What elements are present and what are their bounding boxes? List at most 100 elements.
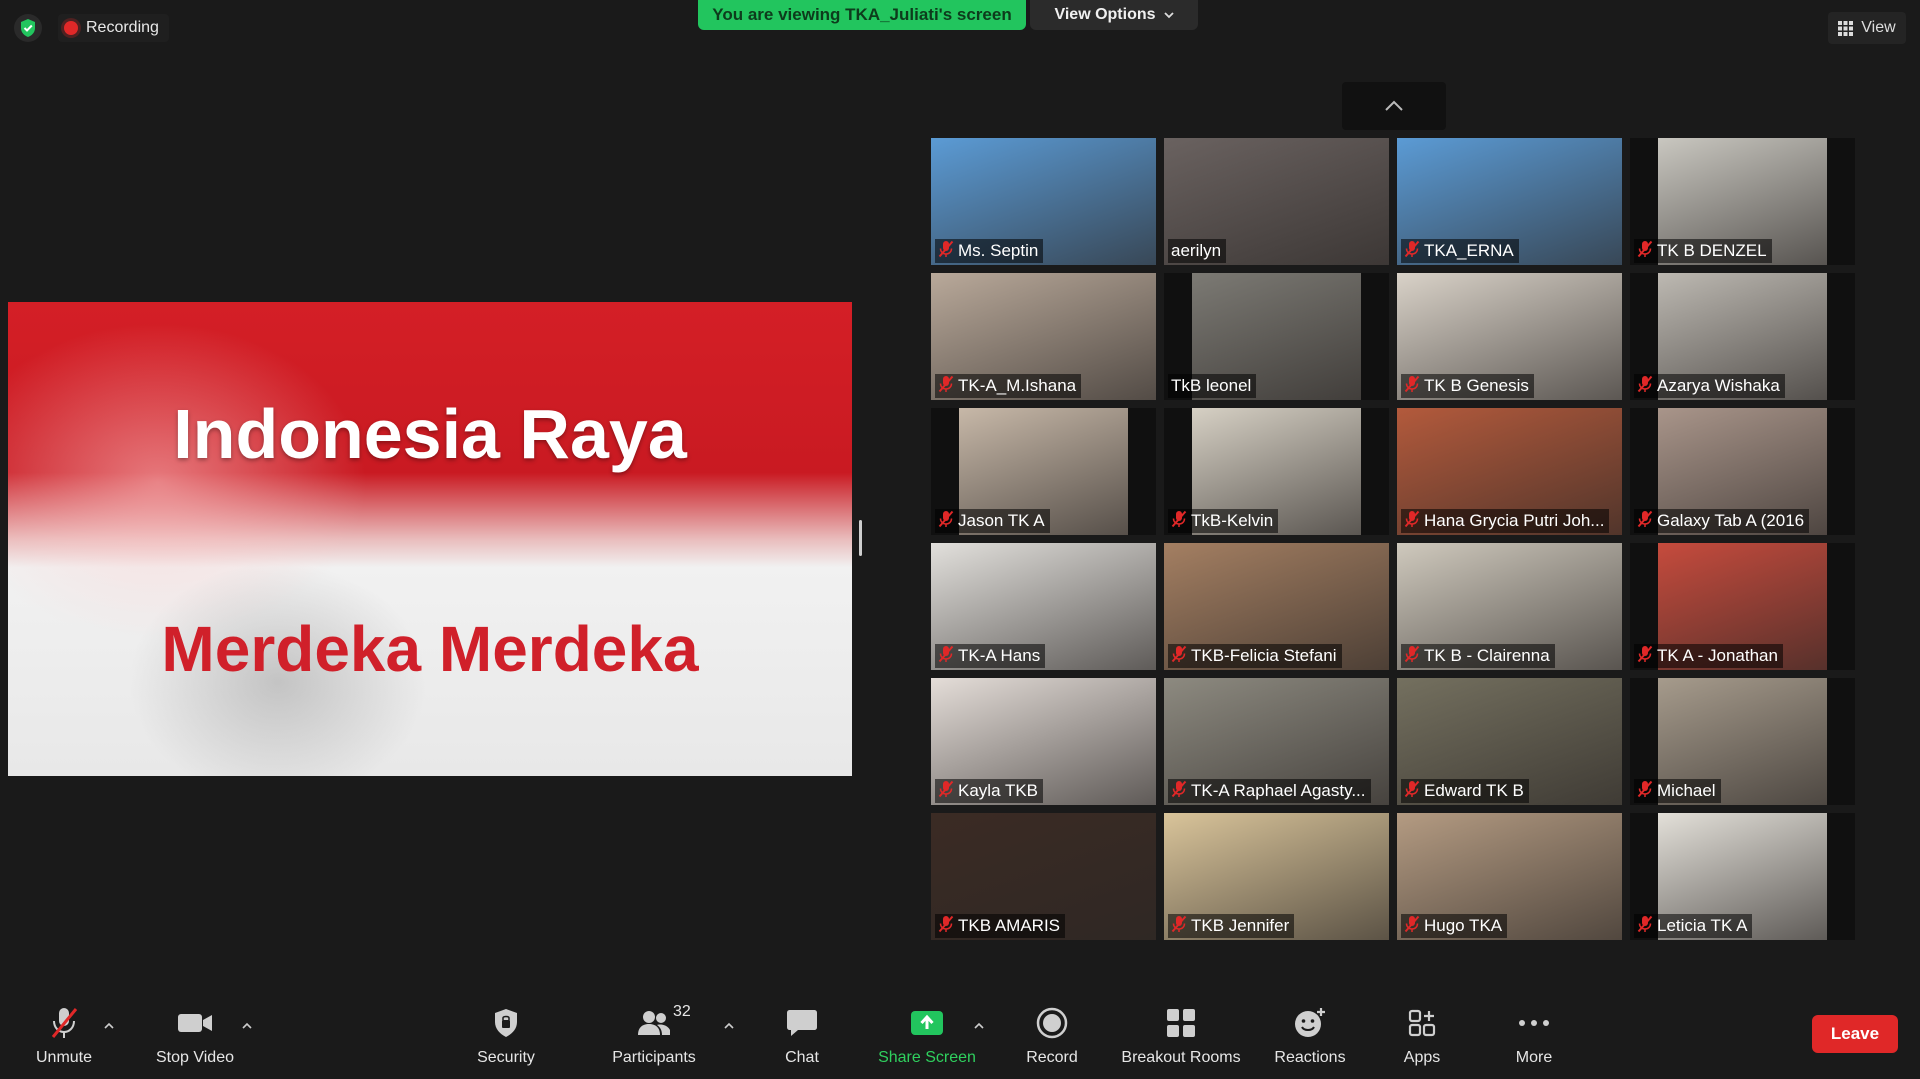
muted-mic-icon (938, 645, 954, 668)
participant-tile[interactable]: Kayla TKB (931, 678, 1156, 805)
participant-name: TK B Genesis (1424, 376, 1529, 395)
chevron-down-icon (1163, 11, 1174, 18)
video-options-caret-icon[interactable] (239, 1017, 255, 1033)
participant-name: Kayla TKB (958, 781, 1039, 800)
participant-tile[interactable]: TKB Jennifer (1164, 813, 1389, 940)
participant-name: TKA_ERNA (1424, 241, 1514, 260)
participant-tile[interactable]: Hugo TKA (1397, 813, 1622, 940)
participant-name-tag: Leticia TK A (1634, 914, 1753, 938)
participant-tile[interactable]: Azarya Wishaka (1630, 273, 1855, 400)
participant-tile[interactable]: Galaxy Tab A (2016 (1630, 408, 1855, 535)
chevron-up-icon (1385, 100, 1403, 111)
participant-tile[interactable]: TkB leonel (1164, 273, 1389, 400)
participant-tile[interactable]: Leticia TK A (1630, 813, 1855, 940)
audio-options-caret-icon[interactable] (101, 1017, 117, 1033)
record-icon (1036, 1005, 1068, 1041)
unmute-label: Unmute (35, 1049, 93, 1066)
participant-name: TK B - Clairenna (1424, 646, 1550, 665)
participant-name: TK A - Jonathan (1657, 646, 1778, 665)
participants-icon: 32 (637, 1003, 691, 1041)
participant-tile[interactable]: TkB-Kelvin (1164, 408, 1389, 535)
participant-name-tag: TkB leonel (1168, 374, 1257, 398)
participant-tile[interactable]: TK B Genesis (1397, 273, 1622, 400)
reactions-button[interactable]: Reactions (1268, 1005, 1352, 1075)
participant-name-tag: aerilyn (1168, 239, 1227, 263)
muted-mic-icon (1404, 375, 1420, 398)
chat-bubble-icon (786, 1005, 818, 1041)
panel-resize-handle[interactable] (859, 520, 862, 556)
participants-options-caret-icon[interactable] (721, 1017, 737, 1033)
stop-video-label: Stop Video (156, 1049, 234, 1066)
participant-name-tag: TK A - Jonathan (1634, 644, 1783, 668)
shared-screen-title: Indonesia Raya (173, 395, 687, 473)
participant-name: Jason TK A (958, 511, 1045, 530)
participant-name-tag: TKB AMARIS (935, 914, 1066, 938)
shared-screen-content: Indonesia Raya Merdeka Merdeka (8, 302, 852, 776)
apps-button[interactable]: Apps (1394, 1005, 1450, 1075)
apps-label: Apps (1403, 1049, 1441, 1066)
participant-tile[interactable]: Hana Grycia Putri Joh... (1397, 408, 1622, 535)
record-label: Record (1026, 1049, 1078, 1066)
participant-tile[interactable]: TK A - Jonathan (1630, 543, 1855, 670)
participant-tile[interactable]: Ms. Septin (931, 138, 1156, 265)
more-button[interactable]: More (1504, 1005, 1564, 1075)
grid-view-icon (1838, 20, 1854, 36)
participant-tile[interactable]: aerilyn (1164, 138, 1389, 265)
share-options-caret-icon[interactable] (971, 1017, 987, 1033)
participant-tile[interactable]: TK B DENZEL (1630, 138, 1855, 265)
unmute-button[interactable]: Unmute (28, 1005, 100, 1075)
participant-name-tag: Hugo TKA (1401, 914, 1508, 938)
participant-name-tag: Ms. Septin (935, 239, 1044, 263)
view-layout-button[interactable]: View (1828, 12, 1906, 44)
participant-name-tag: TKB-Felicia Stefani (1168, 644, 1342, 668)
muted-mic-icon (1637, 780, 1653, 803)
share-screen-label: Share Screen (878, 1049, 976, 1066)
stop-video-button[interactable]: Stop Video (150, 1005, 240, 1075)
muted-mic-icon (1171, 915, 1187, 938)
participant-name-tag: TkB-Kelvin (1168, 509, 1279, 533)
participant-name: TK-A_M.Ishana (958, 376, 1077, 395)
gallery-collapse-button[interactable] (1342, 82, 1446, 130)
participant-name: TK-A Hans (958, 646, 1041, 665)
participant-tile[interactable]: TK-A_M.Ishana (931, 273, 1156, 400)
participant-name: Edward TK B (1424, 781, 1524, 800)
share-screen-icon (910, 1005, 944, 1041)
participant-name-tag: TK B - Clairenna (1401, 644, 1555, 668)
participant-tile[interactable]: Edward TK B (1397, 678, 1622, 805)
participant-tile[interactable]: TKB-Felicia Stefani (1164, 543, 1389, 670)
participant-tile[interactable]: Michael (1630, 678, 1855, 805)
recording-indicator[interactable]: Recording (58, 14, 169, 42)
security-button[interactable]: Security (466, 1005, 546, 1075)
muted-mic-icon (938, 915, 954, 938)
shield-icon (492, 1005, 520, 1041)
recording-label: Recording (86, 19, 159, 36)
view-options-button[interactable]: View Options (1030, 0, 1198, 30)
participant-name-tag: TK-A Hans (935, 644, 1046, 668)
breakout-rooms-button[interactable]: Breakout Rooms (1116, 1005, 1246, 1075)
participant-name-tag: TK-A_M.Ishana (935, 374, 1082, 398)
chat-button[interactable]: Chat (772, 1005, 832, 1075)
record-button[interactable]: Record (1022, 1005, 1082, 1075)
participant-tile[interactable]: TKA_ERNA (1397, 138, 1622, 265)
breakout-rooms-label: Breakout Rooms (1121, 1049, 1241, 1066)
participant-tile[interactable]: TK-A Raphael Agasty... (1164, 678, 1389, 805)
participant-name-tag: Galaxy Tab A (2016 (1634, 509, 1810, 533)
muted-mic-icon (1171, 645, 1187, 668)
share-screen-button[interactable]: Share Screen (872, 1005, 982, 1075)
participant-name: TKB AMARIS (958, 916, 1061, 935)
participant-name-tag: Michael (1634, 779, 1721, 803)
participant-name: Azarya Wishaka (1657, 376, 1780, 395)
video-camera-icon (177, 1005, 213, 1041)
leave-meeting-button[interactable]: Leave (1812, 1015, 1898, 1053)
participant-tile[interactable]: TKB AMARIS (931, 813, 1156, 940)
participant-tile[interactable]: TK-A Hans (931, 543, 1156, 670)
muted-mic-icon (1637, 510, 1653, 533)
reactions-label: Reactions (1274, 1049, 1346, 1066)
participant-tile[interactable]: Jason TK A (931, 408, 1156, 535)
participant-tile[interactable]: TK B - Clairenna (1397, 543, 1622, 670)
security-shield-icon[interactable] (14, 14, 42, 42)
recording-dot-icon (64, 21, 78, 35)
participants-button[interactable]: 32 Participants (604, 1003, 704, 1075)
muted-mic-icon (1404, 645, 1420, 668)
muted-mic-icon (1404, 240, 1420, 263)
